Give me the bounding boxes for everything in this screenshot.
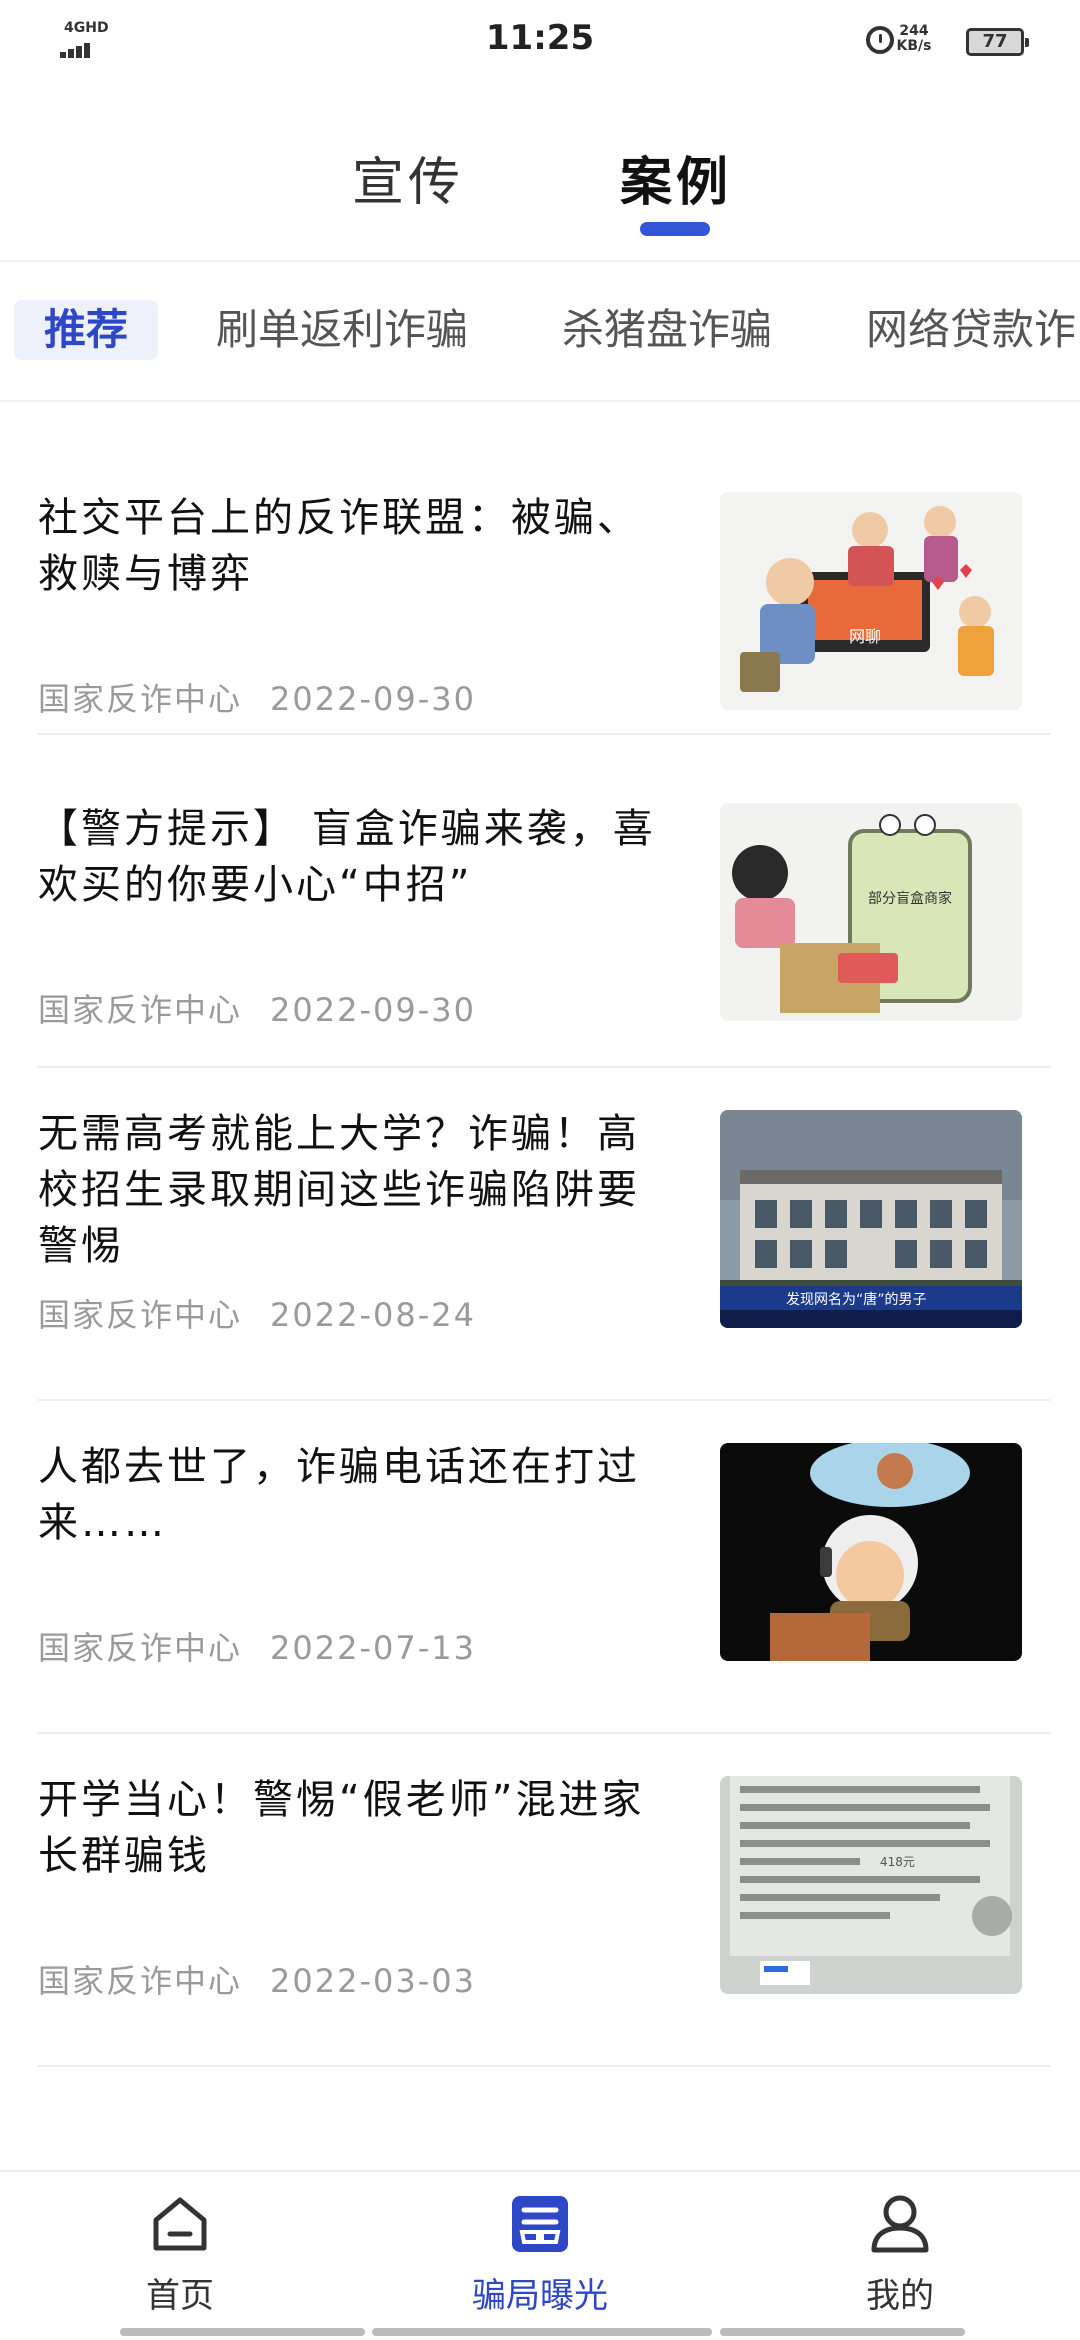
nav-scam-exposure[interactable]: 骗局曝光	[440, 2192, 640, 2317]
article-meta: 国家反诈中心 2022-08-24	[38, 1290, 476, 1336]
article-thumbnail: 418元	[720, 1776, 1022, 1994]
alarm-icon	[866, 26, 894, 54]
article-date: 2022-09-30	[270, 680, 476, 718]
article-item[interactable]: 无需高考就能上大学？诈骗！高校招生录取期间这些诈骗陷阱要警惕 国家反诈中心 202…	[0, 1068, 1080, 1401]
article-thumbnail: 发现网名为“唐”的男子	[720, 1110, 1022, 1328]
thumb-caption: 发现网名为“唐”的男子	[786, 1291, 927, 1308]
divider	[38, 2065, 1050, 2067]
article-thumbnail: 网聊	[720, 492, 1022, 710]
nav-label: 首页	[146, 2276, 214, 2316]
article-item[interactable]: 人都去世了，诈骗电话还在打过来…… 国家反诈中心 2022-07-13	[0, 1401, 1080, 1734]
nav-label: 骗局曝光	[472, 2276, 608, 2316]
article-date: 2022-08-24	[270, 1296, 476, 1334]
article-date: 2022-03-03	[270, 1962, 476, 2000]
thumb-caption: 部分盲盒商家	[868, 890, 952, 907]
home-icon	[153, 2197, 207, 2251]
article-source: 国家反诈中心	[38, 1962, 243, 2000]
speed-unit: KB/s	[896, 38, 932, 54]
gesture-bar	[372, 2328, 712, 2336]
nav-label: 我的	[866, 2276, 934, 2316]
gesture-bar	[720, 2328, 965, 2336]
nav-me[interactable]: 我的	[800, 2192, 1000, 2317]
category-recommended[interactable]: 推荐	[14, 300, 158, 360]
article-thumbnail: 部分盲盒商家	[720, 803, 1022, 1021]
battery-icon: 77	[966, 28, 1029, 56]
article-title: 开学当心！警惕“假老师”混进家长群骗钱	[38, 1777, 645, 1879]
category-pig-butchering-fraud[interactable]: 杀猪盘诈骗	[562, 300, 772, 360]
article-meta: 国家反诈中心 2022-07-13	[38, 1623, 476, 1669]
thumb-caption: 418元	[880, 1855, 915, 1869]
divider	[0, 260, 1080, 262]
article-source: 国家反诈中心	[38, 1296, 243, 1334]
tab-active-indicator	[640, 222, 710, 236]
category-order-rebate-fraud[interactable]: 刷单返利诈骗	[216, 300, 468, 360]
user-icon	[871, 2195, 929, 2253]
article-item[interactable]: 开学当心！警惕“假老师”混进家长群骗钱 国家反诈中心 2022-03-03 418	[0, 1734, 1080, 2067]
article-item[interactable]: 社交平台上的反诈联盟：被骗、救赎与博弈 国家反诈中心 2022-09-30 网聊	[0, 402, 1080, 735]
category-bar: 推荐 刷单返利诈骗 杀猪盘诈骗 网络贷款诈	[0, 300, 1080, 380]
article-date: 2022-07-13	[270, 1629, 476, 1667]
article-date: 2022-09-30	[270, 991, 476, 1029]
network-speed: 244 KB/s	[894, 24, 934, 54]
article-item[interactable]: 【警方提示】 盲盒诈骗来袭，喜欢买的你要小心“中招” 国家反诈中心 2022-09…	[0, 735, 1080, 1068]
article-source: 国家反诈中心	[38, 680, 243, 718]
top-tab-bar: 宣传 案例	[0, 130, 1080, 260]
article-source: 国家反诈中心	[38, 1629, 243, 1667]
article-meta: 国家反诈中心 2022-09-30	[38, 985, 476, 1031]
status-bar: 4GHD 11:25 244 KB/s 77	[0, 0, 1080, 90]
article-source: 国家反诈中心	[38, 991, 243, 1029]
category-online-loan-fraud[interactable]: 网络贷款诈	[866, 300, 1076, 360]
bottom-nav: 首页 骗局曝光 我的	[0, 2170, 1080, 2340]
expose-icon	[512, 2196, 568, 2252]
article-title: 无需高考就能上大学？诈骗！高校招生录取期间这些诈骗陷阱要警惕	[38, 1111, 640, 1269]
article-meta: 国家反诈中心 2022-03-03	[38, 1956, 476, 2002]
tab-cases[interactable]: 案例	[620, 140, 732, 215]
gesture-bar	[120, 2328, 365, 2336]
nav-home[interactable]: 首页	[80, 2192, 280, 2317]
thumb-caption: 网聊	[849, 627, 881, 646]
article-thumbnail	[720, 1443, 1022, 1661]
article-title: 社交平台上的反诈联盟：被骗、救赎与博弈	[38, 495, 640, 597]
article-title: 【警方提示】 盲盒诈骗来袭，喜欢买的你要小心“中招”	[38, 806, 656, 908]
news-footage-image: 发现网名为“唐”的男子	[720, 1110, 1022, 1328]
speed-value: 244	[899, 23, 929, 39]
blind-box-scam-illustration: 部分盲盒商家	[720, 803, 1022, 1021]
chat-scam-illustration: 网聊	[720, 492, 1022, 710]
phone-call-elderly-illustration	[720, 1443, 1022, 1661]
tab-propaganda[interactable]: 宣传	[352, 140, 464, 215]
article-title: 人都去世了，诈骗电话还在打过来……	[38, 1444, 640, 1546]
chat-screenshot-image: 418元	[720, 1776, 1022, 1994]
article-meta: 国家反诈中心 2022-09-30	[38, 674, 476, 720]
